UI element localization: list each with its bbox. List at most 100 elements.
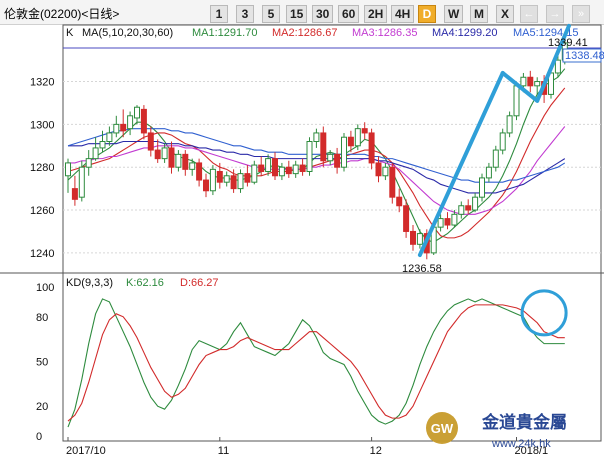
x-tick-label: 2017/10 [66, 445, 106, 457]
price-panel-title: K [66, 27, 74, 39]
candle-down [168, 147, 175, 168]
candle-up [437, 218, 444, 228]
candle-down [368, 132, 375, 164]
watermark-brand: 金道貴金屬 [481, 412, 567, 432]
kd-line-d [67, 304, 565, 422]
ma-indicator-label: MA(5,10,20,30,60) [82, 27, 173, 39]
kd-legend-d: D:66.27 [180, 277, 219, 289]
candle-down [403, 205, 410, 232]
candle-down [196, 162, 203, 181]
candle-up [306, 141, 313, 172]
candle-up [354, 128, 361, 147]
candle-up [554, 59, 561, 74]
candle-down [147, 132, 154, 151]
candle-up [451, 213, 458, 226]
candle-down [244, 173, 251, 183]
kd-lines [67, 298, 565, 428]
candle-up [65, 162, 71, 177]
candle-down [320, 132, 327, 162]
candle-up [520, 76, 527, 87]
last-price-label: 1338.48 [565, 50, 604, 62]
candle-up [113, 123, 120, 134]
ma-line-ma5 [67, 68, 566, 243]
candle-down [334, 153, 341, 168]
candle-up [416, 233, 423, 245]
candle-up [382, 166, 389, 177]
kd-y-tick: 100 [36, 282, 54, 294]
ma-legend-ma3: MA3:1286.35 [352, 27, 417, 39]
candle-up [513, 85, 520, 117]
price-y-axis: 1240 1260 1280 1300 1320 [30, 77, 54, 260]
candle-up [223, 175, 230, 183]
candle-up [265, 158, 272, 172]
candle-down [347, 136, 354, 147]
candle-up [472, 196, 479, 211]
candle-up [341, 136, 347, 168]
candle-up [127, 115, 134, 130]
ma-legend: MA1:1291.70 MA2:1286.67 MA3:1286.35 MA4:129… [192, 27, 578, 39]
price-y-tick: 1260 [30, 205, 54, 217]
candle-down [258, 164, 265, 172]
ma-legend-ma2: MA2:1286.67 [272, 27, 337, 39]
price-grid [63, 47, 601, 254]
candlesticks [65, 40, 568, 260]
candle-up [78, 166, 85, 198]
candle-down [230, 175, 237, 190]
candle-up [209, 168, 216, 192]
kd-y-axis: 0 20 50 80 100 [36, 282, 54, 443]
candle-up [106, 132, 113, 143]
price-y-tick: 1300 [30, 119, 54, 131]
candle-up [292, 164, 299, 175]
candle-up [313, 132, 320, 143]
watermark-url: www.24k.hk [491, 438, 551, 450]
candle-up [85, 158, 92, 168]
candle-up [92, 147, 99, 160]
ma-legend-ma4: MA4:1299.20 [432, 27, 497, 39]
watermark-logo-letters: GW [431, 421, 454, 436]
candle-up [327, 153, 334, 162]
watermark: GW 金道貴金屬 www.24k.hk [426, 412, 567, 450]
candle-up [161, 147, 168, 160]
candle-up [99, 141, 106, 149]
chart-canvas: K MA(5,10,20,30,60) MA1:1291.70 MA2:1286.… [0, 23, 604, 457]
candle-down [71, 188, 78, 200]
candle-up [506, 115, 513, 134]
candle-down [182, 153, 189, 170]
kd-y-tick: 80 [36, 312, 48, 324]
x-tick-label: 11 [218, 445, 229, 457]
moving-average-lines [67, 68, 566, 243]
candle-down [120, 123, 127, 132]
candle-down [465, 205, 472, 211]
price-y-tick: 1280 [30, 162, 54, 174]
x-axis: 2017/10 11 12 2018/1 [66, 437, 548, 457]
price-y-tick: 1320 [30, 77, 54, 89]
ma-legend-ma1: MA1:1291.70 [192, 27, 257, 39]
candle-up [251, 164, 258, 183]
candle-down [203, 179, 209, 192]
price-panel-frame [62, 24, 602, 274]
x-tick-label: 12 [370, 445, 382, 457]
candle-down [389, 166, 396, 198]
candle-down [396, 196, 403, 207]
highlight-circle-annotation [520, 289, 568, 337]
candle-down [361, 128, 368, 134]
kd-panel-title: KD(9,3,3) [66, 277, 113, 289]
candle-down [299, 164, 306, 172]
kd-line-k [67, 298, 565, 428]
trend-line-1 [417, 70, 505, 258]
candle-up [534, 81, 541, 87]
low-price-label: 1236.58 [402, 263, 442, 275]
candle-down [527, 76, 534, 87]
kd-y-tick: 0 [36, 431, 42, 443]
kd-legend-k: K:62.16 [126, 277, 164, 289]
candle-up [278, 166, 285, 177]
candle-up [479, 177, 485, 198]
candle-up [458, 205, 465, 215]
candle-up [485, 166, 492, 179]
candle-down [154, 149, 161, 160]
candle-up [134, 106, 140, 119]
candle-down [140, 108, 147, 134]
candle-up [189, 162, 196, 170]
candle-up [175, 153, 182, 168]
candle-up [499, 132, 506, 151]
